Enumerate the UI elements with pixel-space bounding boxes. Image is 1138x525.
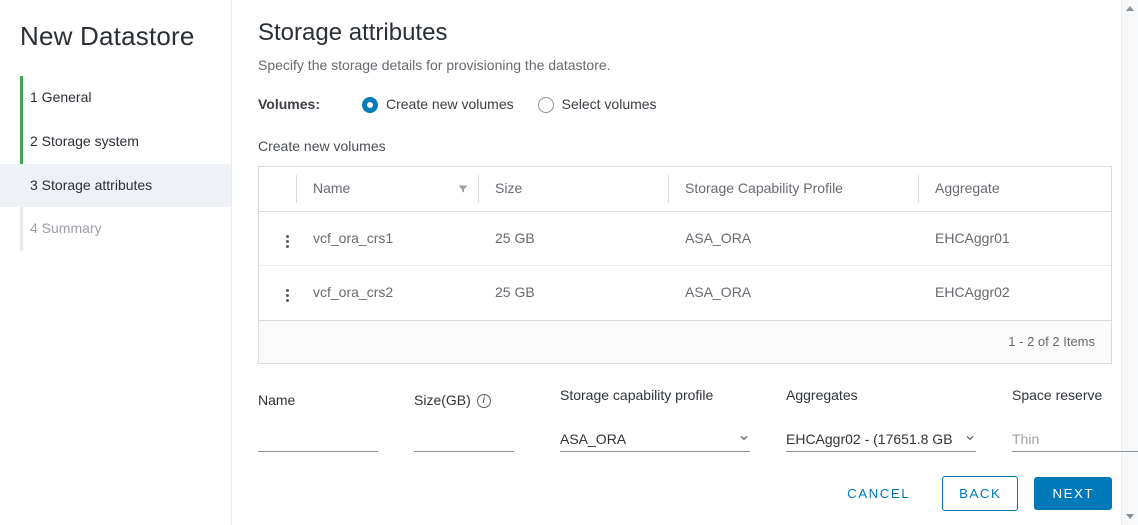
cell-scp: ASA_ORA <box>669 211 919 266</box>
nv-label-name: Name <box>258 391 378 411</box>
volumes-table: Name Size Storage Capability Profile Agg… <box>259 167 1111 320</box>
wizard-title: New Datastore <box>0 18 231 66</box>
cancel-button[interactable]: CANCEL <box>831 478 926 509</box>
nv-label-scp: Storage capability profile <box>560 386 750 406</box>
cell-scp: ASA_ORA <box>669 266 919 320</box>
table-row[interactable]: vcf_ora_crs225 GBASA_ORAEHCAggr02 <box>259 266 1111 320</box>
wizard-step-general[interactable]: 1 General <box>0 76 231 120</box>
radio-select-volumes[interactable]: Select volumes <box>538 95 657 115</box>
nv-label-size-text: Size(GB) <box>414 391 471 411</box>
radio-dot-icon <box>362 97 378 113</box>
back-button[interactable]: BACK <box>942 476 1018 511</box>
volumes-label: Volumes: <box>258 95 338 115</box>
nv-select-agg-value: EHCAggr02 - (17651.8 GB <box>786 431 953 447</box>
table-row[interactable]: vcf_ora_crs125 GBASA_ORAEHCAggr01 <box>259 211 1111 266</box>
wizard-footer: CANCEL BACK NEXT <box>831 476 1112 511</box>
page-main: Storage attributes Specify the storage d… <box>232 0 1138 525</box>
nv-select-scp-value: ASA_ORA <box>560 431 626 447</box>
info-icon[interactable]: i <box>477 394 491 408</box>
chevron-down-icon <box>964 431 976 443</box>
chevron-down-icon <box>738 431 750 443</box>
cell-name: vcf_ora_crs2 <box>297 266 479 320</box>
cell-agg: EHCAggr01 <box>919 211 1111 266</box>
radio-create-label: Create new volumes <box>386 95 514 115</box>
cell-name: vcf_ora_crs1 <box>297 211 479 266</box>
col-header-scp[interactable]: Storage Capability Profile <box>669 167 919 211</box>
table-footer: 1 - 2 of 2 Items <box>259 320 1111 363</box>
page-heading: Storage attributes <box>258 16 1112 50</box>
section-title-create: Create new volumes <box>258 137 1112 157</box>
wizard-step-summary: 4 Summary <box>0 207 231 251</box>
nv-select-agg[interactable]: EHCAggr02 - (17651.8 GB <box>786 426 976 453</box>
col-header-menu <box>259 167 297 211</box>
cell-size: 25 GB <box>479 211 669 266</box>
new-volume-form: Name Size(GB) i Storage capability profi… <box>258 386 1112 452</box>
kebab-icon[interactable] <box>275 284 299 308</box>
nv-label-size: Size(GB) i <box>414 391 524 411</box>
kebab-icon[interactable] <box>275 229 299 253</box>
nv-label-space: Space reserve <box>1012 386 1132 406</box>
volumes-table-wrap: Name Size Storage Capability Profile Agg… <box>258 166 1112 364</box>
nv-label-agg: Aggregates <box>786 386 976 406</box>
col-header-name[interactable]: Name <box>297 167 479 211</box>
cell-agg: EHCAggr02 <box>919 266 1111 320</box>
nv-select-space[interactable]: Thin <box>1012 426 1138 453</box>
col-header-size[interactable]: Size <box>479 167 669 211</box>
nv-input-name[interactable] <box>258 430 378 452</box>
radio-dot-icon <box>538 97 554 113</box>
nv-input-size[interactable] <box>414 430 514 452</box>
col-header-name-label: Name <box>313 180 350 196</box>
radio-select-label: Select volumes <box>562 95 657 115</box>
radio-create-new-volumes[interactable]: Create new volumes <box>362 95 514 115</box>
wizard-step-storage-attributes[interactable]: 3 Storage attributes <box>0 164 231 208</box>
nv-select-scp[interactable]: ASA_ORA <box>560 426 750 453</box>
wizard-sidebar: New Datastore 1 General2 Storage system3… <box>0 0 232 525</box>
next-button[interactable]: NEXT <box>1034 477 1112 510</box>
volumes-choice-row: Volumes: Create new volumes Select volum… <box>258 95 1112 115</box>
cell-size: 25 GB <box>479 266 669 320</box>
nv-select-space-placeholder: Thin <box>1012 431 1039 447</box>
wizard-step-storage-system[interactable]: 2 Storage system <box>0 120 231 164</box>
filter-icon[interactable] <box>457 183 469 195</box>
col-header-agg[interactable]: Aggregate <box>919 167 1111 211</box>
page-subtitle: Specify the storage details for provisio… <box>258 56 1112 76</box>
